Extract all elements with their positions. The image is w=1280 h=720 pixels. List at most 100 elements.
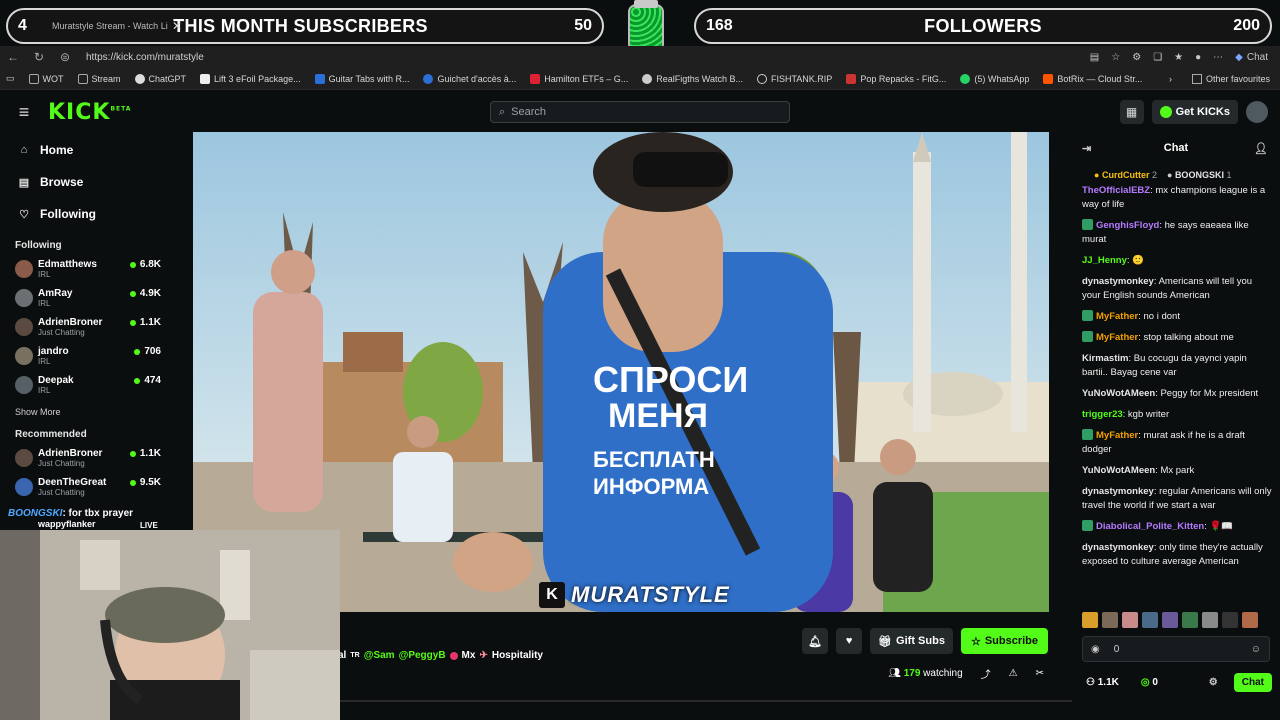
chat-username[interactable]: YuNoWotAMeen bbox=[1082, 465, 1155, 476]
bookmark-item[interactable]: Stream bbox=[77, 73, 121, 84]
bookmark-item[interactable]: Pop Repacks - FitG... bbox=[846, 73, 946, 84]
followed-channel[interactable]: AdrienBroner Just Chatting 1.1K bbox=[0, 314, 175, 343]
chat-message: dynastymonkey: regular Americans will on… bbox=[1082, 485, 1272, 513]
emote-icon[interactable] bbox=[1182, 612, 1198, 628]
bookmark-item[interactable]: Guitar Tabs with R... bbox=[314, 73, 409, 84]
other-favourites[interactable]: › Other favourites bbox=[1169, 73, 1270, 84]
mention[interactable]: @PeggyB bbox=[399, 650, 446, 661]
profile-icon[interactable]: ● bbox=[1195, 52, 1201, 63]
followed-channel[interactable]: Deepak IRL 474 bbox=[0, 372, 175, 401]
bookmark-item[interactable]: Guichet d'accès à... bbox=[423, 73, 516, 84]
emote-icon[interactable] bbox=[1102, 612, 1118, 628]
recommended-channel[interactable]: DeenTheGreat Just Chatting 9.5K bbox=[0, 474, 175, 503]
chat-username[interactable]: MyFather bbox=[1096, 332, 1138, 343]
send-coin-icon[interactable]: ◉ bbox=[1091, 644, 1100, 655]
emoji-picker-icon[interactable]: ☺ bbox=[1251, 644, 1261, 655]
collections-icon[interactable]: ❏ bbox=[1153, 52, 1162, 63]
heart-icon: ♥ bbox=[845, 635, 853, 647]
search-input[interactable]: ⌕ Search bbox=[490, 101, 790, 123]
emote-icon[interactable] bbox=[1162, 612, 1178, 628]
bookmark-item[interactable]: Hamilton ETFs – G... bbox=[530, 73, 628, 84]
chat-username[interactable]: dynastymonkey bbox=[1082, 486, 1154, 497]
report-icon[interactable]: ⚠ bbox=[1009, 668, 1018, 679]
chat-users-icon[interactable]: 👤︎ bbox=[1254, 142, 1268, 155]
emote-icon[interactable] bbox=[1082, 612, 1098, 628]
follow-heart-button[interactable]: ♥ bbox=[836, 628, 863, 654]
chat-overlay: BOONGSKI: for tbx prayer wappyflanker LI… bbox=[0, 505, 175, 533]
reload-icon[interactable]: ↻ bbox=[26, 50, 52, 64]
share-icon[interactable]: ⤴ bbox=[981, 666, 991, 681]
followed-channel[interactable]: AmRay IRL 4.9K bbox=[0, 285, 175, 314]
chat-username[interactable]: Kirmastim bbox=[1082, 353, 1128, 364]
sidebar-item-browse[interactable]: ▤ Browse bbox=[0, 166, 175, 198]
chat-username[interactable]: trigger23 bbox=[1082, 409, 1123, 420]
top-gifter[interactable]: ● BOONGSKI 1 bbox=[1167, 170, 1232, 180]
gift-subs-button[interactable]: 🎁︎ Gift Subs bbox=[870, 628, 953, 654]
subscribe-button[interactable]: ☆ Subscribe bbox=[960, 628, 1048, 654]
chat-input[interactable]: ◉ 0 ☺ bbox=[1082, 636, 1270, 662]
notification-bell-button[interactable]: 🔔︎ bbox=[802, 628, 829, 654]
bookmark-item[interactable]: FISHTANK.RIP bbox=[756, 73, 832, 84]
creator-dashboard-button[interactable]: ▦ bbox=[1119, 100, 1144, 124]
chat-username[interactable]: TheOfficialEBZ bbox=[1082, 185, 1150, 196]
chat-username[interactable]: GenghisFloyd bbox=[1096, 220, 1159, 231]
chevron-right-icon[interactable]: › bbox=[1169, 74, 1172, 84]
kick-logo[interactable]: KICKBETA bbox=[48, 100, 131, 125]
copilot-chat-button[interactable]: ◆ Chat bbox=[1235, 52, 1268, 63]
more-icon[interactable]: ⋯ bbox=[1213, 52, 1223, 63]
mention[interactable]: @Sam bbox=[364, 650, 395, 661]
browser-tab[interactable]: Muratstyle Stream - Watch Li ✕ bbox=[52, 12, 182, 40]
chat-text: : 🌹📖 bbox=[1204, 521, 1234, 532]
bookmark-item[interactable]: (5) WhatsApp bbox=[960, 73, 1029, 84]
subscriber-goal-target: 50 bbox=[574, 17, 592, 34]
favorites-icon[interactable]: ★ bbox=[1174, 52, 1183, 63]
emote-bar bbox=[1082, 612, 1258, 628]
top-gifter[interactable]: ● CurdCutter 2 bbox=[1094, 170, 1157, 180]
clip-icon[interactable]: ✂ bbox=[1036, 668, 1044, 679]
bookmark-item[interactable]: WOT bbox=[28, 73, 64, 84]
hamburger-menu-icon[interactable]: ≡ bbox=[0, 102, 48, 123]
recommended-channel[interactable]: AdrienBroner Just Chatting 1.1K bbox=[0, 445, 175, 474]
bookmark-item[interactable]: Lift 3 eFoil Package... bbox=[200, 73, 301, 84]
chat-username[interactable]: Diabolical_Polite_Kitten bbox=[1096, 521, 1204, 532]
bookmark-item[interactable]: RealFigths Watch B... bbox=[642, 73, 743, 84]
reader-icon[interactable]: ▤ bbox=[1090, 52, 1099, 63]
show-more-button[interactable]: Show More bbox=[0, 401, 175, 423]
emote-icon[interactable] bbox=[1242, 612, 1258, 628]
chat-message: Kirmastim: Bu cocugu da yaynci yapin bar… bbox=[1082, 352, 1272, 380]
chat-username[interactable]: dynastymonkey bbox=[1082, 542, 1154, 553]
emote-icon[interactable] bbox=[1202, 612, 1218, 628]
sidebar-item-following[interactable]: ♡ Following bbox=[0, 198, 175, 230]
chat-username[interactable]: dynastymonkey bbox=[1082, 276, 1154, 287]
chat-username[interactable]: YuNoWotAMeen bbox=[1082, 388, 1155, 399]
collapse-chat-icon[interactable]: ⇥ bbox=[1082, 142, 1091, 155]
tab-close-icon[interactable]: ✕ bbox=[172, 19, 182, 33]
channel-category: IRL bbox=[38, 299, 51, 308]
chat-settings-icon[interactable]: ⚙ bbox=[1209, 677, 1218, 688]
heart-icon: ♡ bbox=[19, 208, 29, 221]
emote-icon[interactable] bbox=[1222, 612, 1238, 628]
shirt-print-text: СПРОСИ bbox=[593, 359, 748, 400]
bookmarks-menu-icon[interactable]: ▭ bbox=[6, 73, 15, 84]
back-icon[interactable]: ← bbox=[0, 50, 26, 64]
url-field[interactable]: https://kick.com/muratstyle bbox=[86, 52, 204, 63]
followed-channel[interactable]: Edmatthews IRL 6.8K bbox=[0, 256, 175, 285]
get-kicks-button[interactable]: Get KICKs bbox=[1151, 100, 1238, 124]
emote-icon[interactable] bbox=[1142, 612, 1158, 628]
send-chat-button[interactable]: Chat bbox=[1233, 672, 1272, 692]
followed-channel[interactable]: jandro IRL 706 bbox=[0, 343, 175, 372]
bookmark-item[interactable]: BotRix — Cloud Str... bbox=[1043, 73, 1142, 84]
chat-username[interactable]: JJ_Henny bbox=[1082, 255, 1127, 266]
chat-username[interactable]: MyFather bbox=[1096, 311, 1138, 322]
user-avatar[interactable] bbox=[1246, 101, 1268, 123]
site-info-icon[interactable]: ⊜ bbox=[52, 50, 78, 64]
chat-username[interactable]: MyFather bbox=[1096, 430, 1138, 441]
gifter-name: CurdCutter bbox=[1101, 170, 1150, 180]
favorite-star-icon[interactable]: ☆ bbox=[1111, 52, 1120, 63]
extensions-icon[interactable]: ⚙ bbox=[1132, 52, 1141, 63]
emote-icon[interactable] bbox=[1122, 612, 1138, 628]
bookmark-item[interactable]: ChatGPT bbox=[134, 73, 186, 84]
overlay-message: BOONGSKI: for tbx prayer bbox=[8, 508, 133, 519]
viewer-count-value: 1.1K bbox=[139, 448, 161, 459]
sidebar-item-home[interactable]: ⌂ Home bbox=[0, 134, 175, 166]
